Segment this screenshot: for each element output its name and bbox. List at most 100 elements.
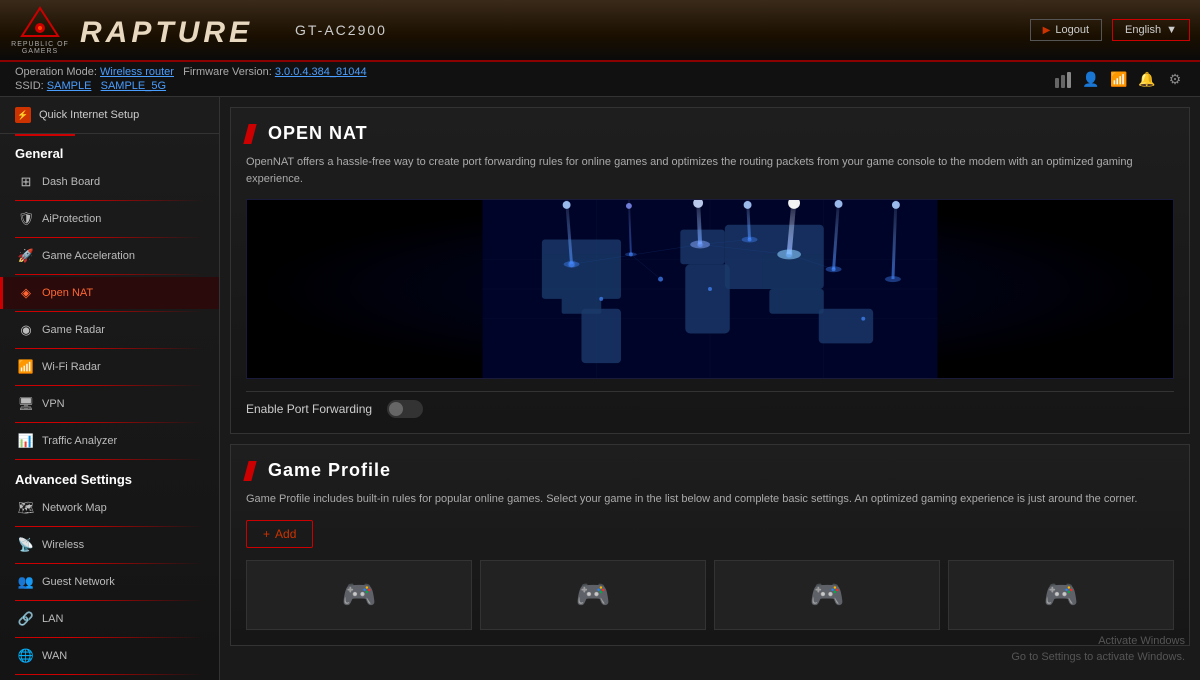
- status-bar: Operation Mode: Wireless router Firmware…: [0, 62, 1200, 97]
- gamepad-2-icon: 🎮: [576, 578, 611, 611]
- ssid-text: SSID: SAMPLE SAMPLE_5G: [15, 80, 367, 92]
- wan-icon: 🌐: [18, 648, 34, 664]
- operation-mode-link[interactable]: Wireless router: [100, 66, 174, 78]
- sidebar-item-network-map[interactable]: 🗺 Network Map: [0, 492, 219, 524]
- game-profile-title-row: Game Profile: [246, 460, 1174, 481]
- sidebar-item-traffic-analyzer[interactable]: 📊 Traffic Analyzer: [0, 425, 219, 457]
- nav-divider-12: [15, 637, 204, 638]
- sidebar-item-wireless[interactable]: 📡 Wireless: [0, 529, 219, 561]
- wireless-label: Wireless: [42, 539, 84, 551]
- sidebar-item-wifi-radar[interactable]: 📶 Wi-Fi Radar: [0, 351, 219, 383]
- network-status-icon[interactable]: [1053, 69, 1073, 89]
- gamepad-1-icon: 🎮: [342, 578, 377, 611]
- quick-setup-icon: ⚡: [15, 107, 31, 123]
- rog-text: REPUBLIC OFGAMERS: [11, 41, 69, 55]
- rog-eye-icon: [20, 6, 60, 41]
- general-section-label: General: [0, 136, 219, 166]
- game-card-4[interactable]: 🎮: [948, 560, 1174, 630]
- language-label: English: [1125, 24, 1161, 36]
- dashboard-icon: ⊞: [18, 174, 34, 190]
- rapture-logo: RAPTURE: [75, 10, 295, 50]
- wifi-status-icon[interactable]: 📶: [1109, 69, 1129, 89]
- open-nat-label: Open NAT: [42, 287, 93, 299]
- quick-internet-setup[interactable]: ⚡ Quick Internet Setup: [0, 97, 219, 134]
- sidebar-item-game-radar[interactable]: ◉ Game Radar: [0, 314, 219, 346]
- aiprotection-icon: 🛡: [18, 211, 34, 227]
- operation-mode-text: Operation Mode: Wireless router Firmware…: [15, 66, 367, 78]
- language-button[interactable]: English ▼: [1112, 19, 1190, 41]
- wireless-icon: 📡: [18, 537, 34, 553]
- title-slash-icon: [243, 124, 256, 144]
- open-nat-title-row: OPEN NAT: [246, 123, 1174, 144]
- lan-icon: 🔗: [18, 611, 34, 627]
- nav-divider-1: [15, 200, 204, 201]
- add-icon: +: [263, 527, 270, 541]
- header-logo: REPUBLIC OFGAMERS RAPTURE GT-AC2900: [10, 5, 1030, 55]
- main-layout: ⚡ Quick Internet Setup General ⊞ Dash Bo…: [0, 97, 1200, 680]
- guest-network-label: Guest Network: [42, 576, 115, 588]
- ssid-link[interactable]: SAMPLE: [47, 80, 92, 92]
- user-status-icon[interactable]: 👤: [1081, 69, 1101, 89]
- open-nat-panel: OPEN NAT OpenNAT offers a hassle-free wa…: [230, 107, 1190, 434]
- advanced-settings-label: Advanced Settings: [0, 462, 219, 492]
- open-nat-title: OPEN NAT: [268, 123, 368, 144]
- wan-label: WAN: [42, 650, 67, 662]
- game-card-3[interactable]: 🎮: [714, 560, 940, 630]
- network-map-icon: 🗺: [18, 500, 34, 516]
- settings-status-icon[interactable]: ⚙: [1165, 69, 1185, 89]
- enable-port-forwarding-label: Enable Port Forwarding: [246, 402, 372, 416]
- logout-button[interactable]: ▶ Logout: [1030, 19, 1102, 41]
- lan-label: LAN: [42, 613, 63, 625]
- game-profile-description: Game Profile includes built-in rules for…: [246, 491, 1174, 508]
- port-forwarding-toggle[interactable]: [387, 400, 423, 418]
- sidebar-item-vpn[interactable]: 🖥 VPN: [0, 388, 219, 420]
- nav-divider-9: [15, 526, 204, 527]
- port-forwarding-row: Enable Port Forwarding: [246, 391, 1174, 418]
- notification-icon[interactable]: 🔔: [1137, 69, 1157, 89]
- game-profile-slash-icon: [243, 461, 256, 481]
- ssid-5g-link[interactable]: SAMPLE_5G: [101, 80, 166, 92]
- header: REPUBLIC OFGAMERS RAPTURE GT-AC2900 ▶ Lo…: [0, 0, 1200, 62]
- nav-divider-7: [15, 422, 204, 423]
- traffic-analyzer-label: Traffic Analyzer: [42, 435, 117, 447]
- gamepad-4-icon: 🎮: [1044, 578, 1079, 611]
- sidebar-item-wan[interactable]: 🌐 WAN: [0, 640, 219, 672]
- network-map-label: Network Map: [42, 502, 107, 514]
- add-button-label: Add: [275, 527, 296, 541]
- status-icons: 👤 📶 🔔 ⚙: [1053, 69, 1185, 89]
- game-card-2[interactable]: 🎮: [480, 560, 706, 630]
- traffic-analyzer-icon: 📊: [18, 433, 34, 449]
- game-radar-label: Game Radar: [42, 324, 105, 336]
- rog-logo: REPUBLIC OFGAMERS: [10, 5, 70, 55]
- vpn-label: VPN: [42, 398, 65, 410]
- chevron-down-icon: ▼: [1166, 24, 1177, 36]
- open-nat-description: OpenNAT offers a hassle-free way to crea…: [246, 154, 1174, 187]
- vpn-icon: 🖥: [18, 396, 34, 412]
- status-left: Operation Mode: Wireless router Firmware…: [15, 66, 367, 92]
- world-map-svg: [247, 200, 1173, 378]
- world-map-container: [246, 199, 1174, 379]
- sidebar-item-aiprotection[interactable]: 🛡 AiProtection: [0, 203, 219, 235]
- logout-label: Logout: [1055, 24, 1089, 36]
- sidebar-item-dashboard[interactable]: ⊞ Dash Board: [0, 166, 219, 198]
- sidebar-item-game-acceleration[interactable]: 🚀 Game Acceleration: [0, 240, 219, 272]
- model-name: GT-AC2900: [295, 22, 387, 38]
- firmware-link[interactable]: 3.0.0.4.384_81044: [275, 66, 367, 78]
- operation-mode-label: Operation Mode:: [15, 66, 97, 78]
- sidebar-item-open-nat[interactable]: ◈ Open NAT: [0, 277, 219, 309]
- nav-divider-5: [15, 348, 204, 349]
- logout-arrow-icon: ▶: [1043, 25, 1051, 36]
- game-card-1[interactable]: 🎮: [246, 560, 472, 630]
- sidebar: ⚡ Quick Internet Setup General ⊞ Dash Bo…: [0, 97, 220, 680]
- wifi-radar-label: Wi-Fi Radar: [42, 361, 101, 373]
- ssid-label: SSID:: [15, 80, 44, 92]
- guest-network-icon: 👥: [18, 574, 34, 590]
- sidebar-item-lan[interactable]: 🔗 LAN: [0, 603, 219, 635]
- content-area: OPEN NAT OpenNAT offers a hassle-free wa…: [220, 97, 1200, 680]
- sidebar-item-guest-network[interactable]: 👥 Guest Network: [0, 566, 219, 598]
- add-game-button[interactable]: + Add: [246, 520, 313, 548]
- svg-text:RAPTURE: RAPTURE: [80, 16, 253, 49]
- wifi-radar-icon: 📶: [18, 359, 34, 375]
- nav-divider-6: [15, 385, 204, 386]
- gamepad-3-icon: 🎮: [810, 578, 845, 611]
